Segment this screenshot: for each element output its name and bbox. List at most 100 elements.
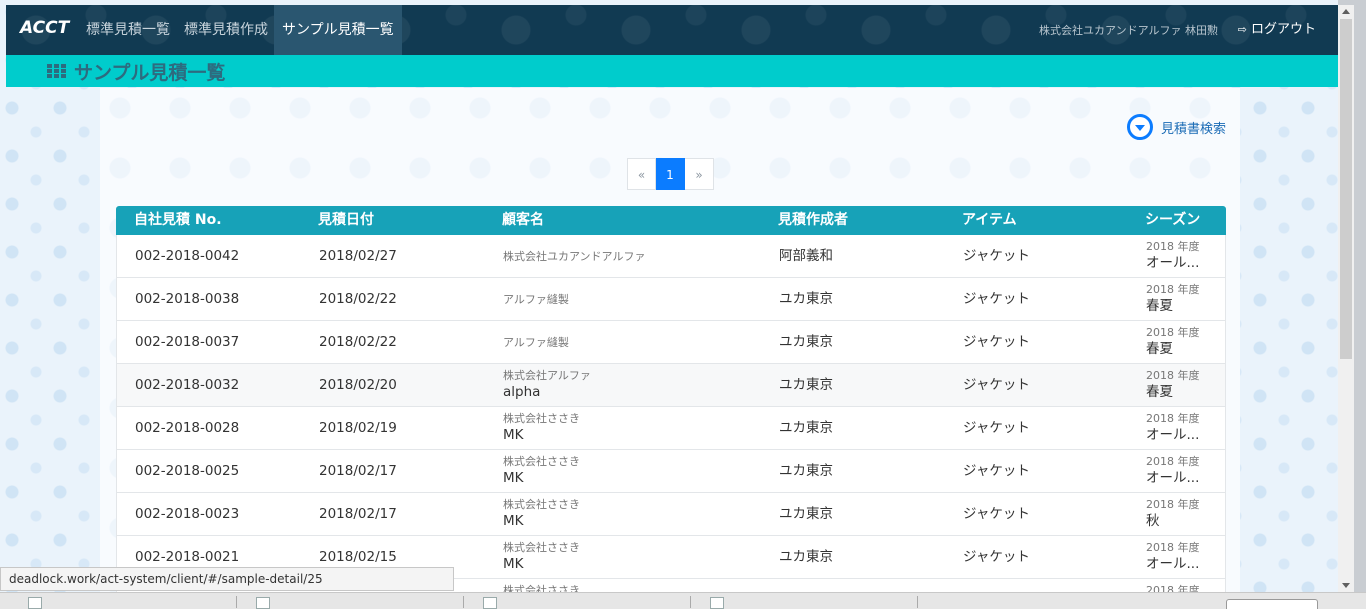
- table-row[interactable]: 002-2018-0042 2018/02/27 株式会社ユカアンドアルファ 阿…: [116, 235, 1226, 278]
- taskbar-window-icon[interactable]: [483, 597, 497, 609]
- cell-creator: ユカ東京: [779, 463, 833, 479]
- cell-customer: 株式会社ささき MK: [503, 497, 580, 531]
- main-content: 見積書検索 « 1 » 自社見積 No. 見積日付 顧客名 見積作成者 アイテム…: [100, 88, 1240, 592]
- cell-creator: ユカ東京: [779, 377, 833, 393]
- cell-creator: ユカ東京: [779, 506, 833, 522]
- column-header-creator[interactable]: 見積作成者: [778, 206, 848, 235]
- cell-no: 002-2018-0025: [135, 463, 240, 479]
- season-name: オール...: [1146, 556, 1200, 572]
- season-year: 2018 年度: [1146, 541, 1200, 554]
- cell-customer: 株式会社ささき MK: [503, 540, 580, 574]
- cell-no: 002-2018-0042: [135, 248, 240, 264]
- table-row[interactable]: 002-2018-0028 2018/02/19 株式会社ささき MK ユカ東京…: [116, 407, 1226, 450]
- table-row[interactable]: 002-2018-0032 2018/02/20 株式会社アルファ alpha …: [116, 364, 1226, 407]
- cell-season: 2018 年度 春夏: [1146, 368, 1200, 402]
- column-header-item[interactable]: アイテム: [962, 206, 1017, 235]
- cell-customer: アルファ縫製: [503, 293, 569, 306]
- logout-label: ログアウト: [1250, 22, 1316, 37]
- season-year: 2018 年度: [1146, 498, 1200, 511]
- season-name: 秋: [1146, 513, 1160, 529]
- cell-creator: ユカ東京: [779, 291, 833, 307]
- table-row[interactable]: 002-2018-0025 2018/02/17 株式会社ささき MK ユカ東京…: [116, 450, 1226, 493]
- page-title: サンプル見積一覧: [74, 62, 226, 84]
- season-name: 春夏: [1146, 298, 1173, 314]
- cell-no: 002-2018-0032: [135, 377, 240, 393]
- table-row[interactable]: 002-2018-0037 2018/02/22 アルファ縫製 ユカ東京 ジャケ…: [116, 321, 1226, 364]
- column-header-season[interactable]: シーズン: [1145, 206, 1200, 235]
- cell-no: 002-2018-0023: [135, 506, 240, 522]
- nav-standard-estimate-create[interactable]: 標準見積作成: [176, 5, 276, 55]
- logout-icon: ⇨: [1237, 23, 1247, 36]
- cell-season: 2018 年度 オール...: [1146, 239, 1200, 273]
- customer-contact: MK: [503, 470, 524, 486]
- cell-season: 2018 年度 春夏: [1146, 282, 1200, 316]
- scroll-down-arrow-icon[interactable]: [1342, 583, 1350, 588]
- cell-creator: ユカ東京: [779, 334, 833, 350]
- season-name: オール...: [1146, 470, 1200, 486]
- cell-season: 2018 年度 オール...: [1146, 540, 1200, 574]
- cell-date: 2018/02/19: [319, 420, 397, 436]
- scroll-up-arrow-icon[interactable]: [1342, 9, 1350, 14]
- estimate-search-toggle[interactable]: 見積書検索: [1126, 112, 1226, 142]
- season-year: 2018 年度: [1146, 412, 1200, 425]
- taskbar-window-icon[interactable]: [256, 597, 270, 609]
- cell-item: ジャケット: [963, 506, 1030, 522]
- cell-no: 002-2018-0028: [135, 420, 240, 436]
- taskbar-separator: [690, 596, 691, 608]
- cell-item: ジャケット: [963, 420, 1030, 436]
- chevron-down-circle-icon: [1126, 114, 1153, 140]
- cell-customer: 株式会社ささき MK: [503, 411, 580, 445]
- browser-status-url: deadlock.work/act-system/client/#/sample…: [0, 567, 454, 591]
- customer-contact: MK: [503, 427, 524, 443]
- season-year: 2018 年度: [1146, 326, 1200, 339]
- taskbar: [0, 592, 1366, 609]
- customer-contact: MK: [503, 556, 524, 572]
- taskbar-separator: [917, 596, 918, 608]
- taskbar-window-icon[interactable]: [710, 597, 724, 609]
- brand-logo[interactable]: ACCT: [20, 18, 69, 38]
- scrollbar-thumb[interactable]: [1340, 19, 1352, 359]
- logout-button[interactable]: ⇨ ログアウト: [1238, 5, 1316, 55]
- browser-viewport: ACCT 標準見積一覧 標準見積作成 サンプル見積一覧 株式会社ユカアンドアルフ…: [0, 0, 1338, 592]
- cell-season: 2018 年度: [1146, 583, 1200, 592]
- cell-creator: ユカ東京: [779, 420, 833, 436]
- customer-contact: alpha: [503, 384, 541, 400]
- top-navbar: ACCT 標準見積一覧 標準見積作成 サンプル見積一覧 株式会社ユカアンドアルフ…: [6, 5, 1338, 55]
- cell-item: ジャケット: [963, 549, 1030, 565]
- nav-standard-estimate-list[interactable]: 標準見積一覧: [78, 5, 178, 55]
- cell-creator: 阿部義和: [779, 248, 833, 264]
- customer-company: 株式会社ささき: [503, 498, 580, 511]
- pagination-page-1[interactable]: 1: [656, 158, 685, 190]
- season-year: 2018 年度: [1146, 283, 1200, 296]
- table-row[interactable]: 002-2018-0023 2018/02/17 株式会社ささき MK ユカ東京…: [116, 493, 1226, 536]
- column-header-no[interactable]: 自社見積 No.: [134, 206, 222, 235]
- cell-date: 2018/02/17: [319, 506, 397, 522]
- season-year: 2018 年度: [1146, 369, 1200, 382]
- cell-date: 2018/02/20: [319, 377, 397, 393]
- cell-date: 2018/02/22: [319, 334, 397, 350]
- table-row[interactable]: 002-2018-0038 2018/02/22 アルファ縫製 ユカ東京 ジャケ…: [116, 278, 1226, 321]
- cell-season: 2018 年度 春夏: [1146, 325, 1200, 359]
- pagination-prev[interactable]: «: [627, 158, 656, 190]
- cell-customer: 株式会社ささき: [503, 583, 580, 592]
- taskbar-window-icon[interactable]: [28, 597, 42, 609]
- column-header-date[interactable]: 見積日付: [318, 206, 374, 235]
- cell-date: 2018/02/22: [319, 291, 397, 307]
- column-header-customer[interactable]: 顧客名: [502, 206, 544, 235]
- cell-item: ジャケット: [963, 334, 1030, 350]
- season-year: 2018 年度: [1146, 455, 1200, 468]
- cell-date: 2018/02/17: [319, 463, 397, 479]
- current-user: 株式会社ユカアンドアルファ 林田勲: [1039, 24, 1218, 37]
- pagination-next[interactable]: »: [685, 158, 714, 190]
- cell-customer: 株式会社アルファ alpha: [503, 368, 591, 402]
- customer-company: 株式会社ささき: [503, 412, 580, 425]
- taskbar-button[interactable]: [1226, 599, 1318, 609]
- cell-season: 2018 年度 秋: [1146, 497, 1200, 531]
- cell-customer: 株式会社ユカアンドアルファ: [503, 250, 646, 263]
- nav-sample-estimate-list[interactable]: サンプル見積一覧: [274, 5, 402, 55]
- estimate-search-label: 見積書検索: [1160, 121, 1226, 137]
- taskbar-separator: [236, 596, 237, 608]
- customer-contact: MK: [503, 513, 524, 529]
- vertical-scrollbar[interactable]: [1338, 5, 1354, 592]
- cell-season: 2018 年度 オール...: [1146, 411, 1200, 445]
